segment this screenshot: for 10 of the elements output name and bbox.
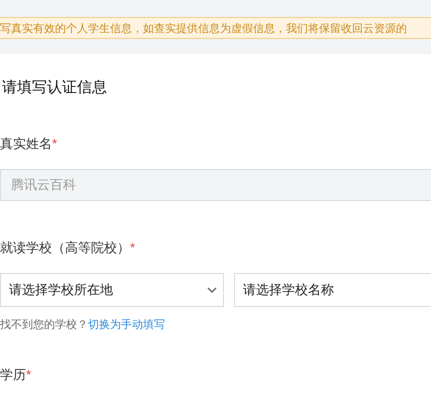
school-select[interactable]: 请选择学校名称 <box>234 273 431 307</box>
field-label: 就读学校（高等院校）* <box>0 239 136 257</box>
field-label: 真实姓名* <box>0 135 58 153</box>
field-label: 学历* <box>0 366 32 384</box>
hint-text: 找不到您的学校？切换为手动填写 <box>0 318 166 332</box>
form-title: 请填写认证信息 <box>1 78 108 97</box>
notice-text: 写真实有效的个人学生信息，如查实提供信息为虚假信息，我们将保留收回云资源的 <box>0 22 407 36</box>
manual-entry-link[interactable]: 切换为手动填写 <box>88 319 165 331</box>
chevron-down-icon <box>207 287 217 293</box>
location-select[interactable]: 请选择学校所在地 <box>0 273 224 307</box>
